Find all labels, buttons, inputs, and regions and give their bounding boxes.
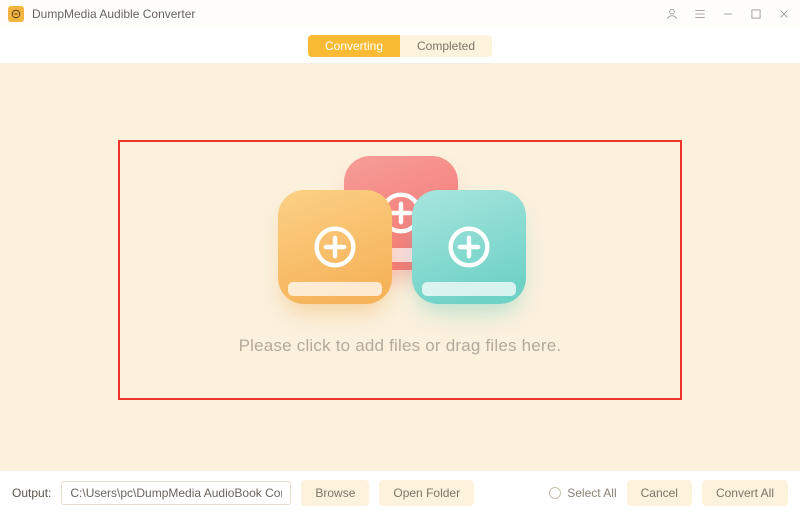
cancel-button[interactable]: Cancel [627,480,692,506]
close-icon[interactable] [776,6,792,22]
select-all-label: Select All [567,486,616,500]
book-icon-orange [278,190,392,304]
account-icon[interactable] [664,6,680,22]
select-all-toggle[interactable]: Select All [549,486,616,500]
browse-button[interactable]: Browse [301,480,369,506]
radio-icon [549,487,561,499]
dropzone-hint: Please click to add files or drag files … [239,336,562,356]
button-label: Cancel [641,486,678,500]
button-label: Open Folder [393,486,460,500]
tab-label: Completed [417,39,475,53]
book-icon-teal [412,190,526,304]
app-icon [8,6,24,22]
app-title: DumpMedia Audible Converter [32,7,195,21]
dropzone[interactable]: Please click to add files or drag files … [118,140,682,400]
tab-converting[interactable]: Converting [308,35,400,57]
books-illustration [260,162,540,312]
menu-icon[interactable] [692,6,708,22]
tab-label: Converting [325,39,383,53]
button-label: Browse [315,486,355,500]
button-label: Convert All [716,486,774,500]
open-folder-button[interactable]: Open Folder [379,480,474,506]
footer: Output: Browse Open Folder Select All Ca… [0,470,800,514]
tab-completed[interactable]: Completed [400,35,492,57]
tabs-row: Converting Completed [0,28,800,64]
output-path-input[interactable] [61,481,291,505]
maximize-icon[interactable] [748,6,764,22]
main-area: Please click to add files or drag files … [0,64,800,470]
minimize-icon[interactable] [720,6,736,22]
output-label: Output: [12,486,51,500]
convert-all-button[interactable]: Convert All [702,480,788,506]
titlebar: DumpMedia Audible Converter [0,0,800,28]
window-controls [664,6,792,22]
